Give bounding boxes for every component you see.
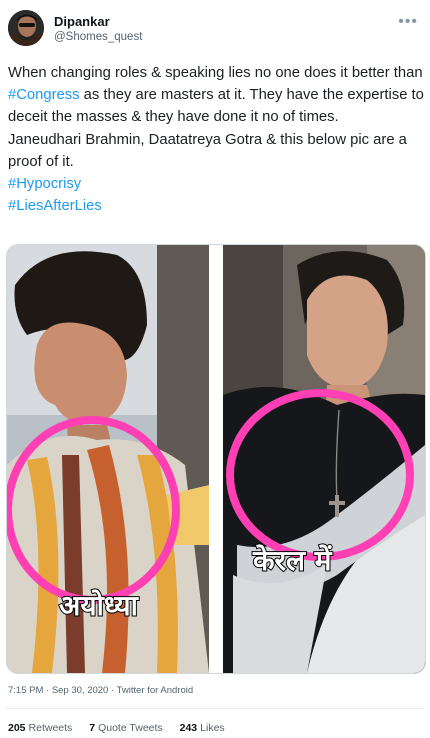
tweet-media[interactable]: अयोध्या केरल में — [6, 244, 426, 674]
tweet-stats: 205 Retweets 7 Quote Tweets 243 Likes — [8, 721, 239, 735]
photo-divider — [209, 245, 223, 673]
divider — [6, 708, 424, 709]
quote-tweets-count: 7 — [89, 722, 96, 734]
more-options-icon[interactable]: ••• — [398, 13, 418, 31]
left-caption: अयोध्या — [59, 589, 140, 622]
author-handle[interactable]: @Shomes_quest — [54, 30, 142, 45]
quote-tweets-stat[interactable]: 7 Quote Tweets — [89, 722, 162, 734]
right-caption: केरल में — [252, 544, 333, 577]
tweet-header: Dipankar @Shomes_quest ••• — [8, 10, 422, 52]
tweet-text-part: When changing roles & speaking lies no o… — [8, 65, 423, 81]
tweet-paragraph-2: Janeudhari Brahmin, Daatatreya Gotra & t… — [8, 131, 407, 170]
likes-count: 243 — [179, 722, 198, 734]
hashtag-liesafterlies[interactable]: #LiesAfterLies — [8, 195, 426, 217]
avatar[interactable] — [8, 10, 44, 46]
tweet-timestamp[interactable]: 7:15 PM · Sep 30, 2020 · Twitter for And… — [8, 684, 193, 698]
media-collage: अयोध्या केरल में — [7, 245, 425, 673]
retweets-stat[interactable]: 205 Retweets — [8, 722, 72, 734]
right-photo — [223, 245, 425, 673]
author-block: Dipankar @Shomes_quest — [54, 14, 142, 45]
likes-stat[interactable]: 243 Likes — [180, 722, 225, 734]
tweet-text: When changing roles & speaking lies no o… — [8, 62, 426, 217]
likes-label: Likes — [200, 722, 225, 734]
hashtag-congress[interactable]: #Congress — [8, 87, 80, 103]
hashtag-hypocrisy[interactable]: #Hypocrisy — [8, 173, 426, 195]
tweet-paragraph-1: When changing roles & speaking lies no o… — [8, 62, 426, 129]
avatar-image — [8, 10, 44, 46]
retweets-label: Retweets — [28, 722, 73, 734]
quote-tweets-label: Quote Tweets — [98, 722, 163, 734]
retweets-count: 205 — [8, 722, 26, 734]
author-name[interactable]: Dipankar — [54, 14, 142, 30]
